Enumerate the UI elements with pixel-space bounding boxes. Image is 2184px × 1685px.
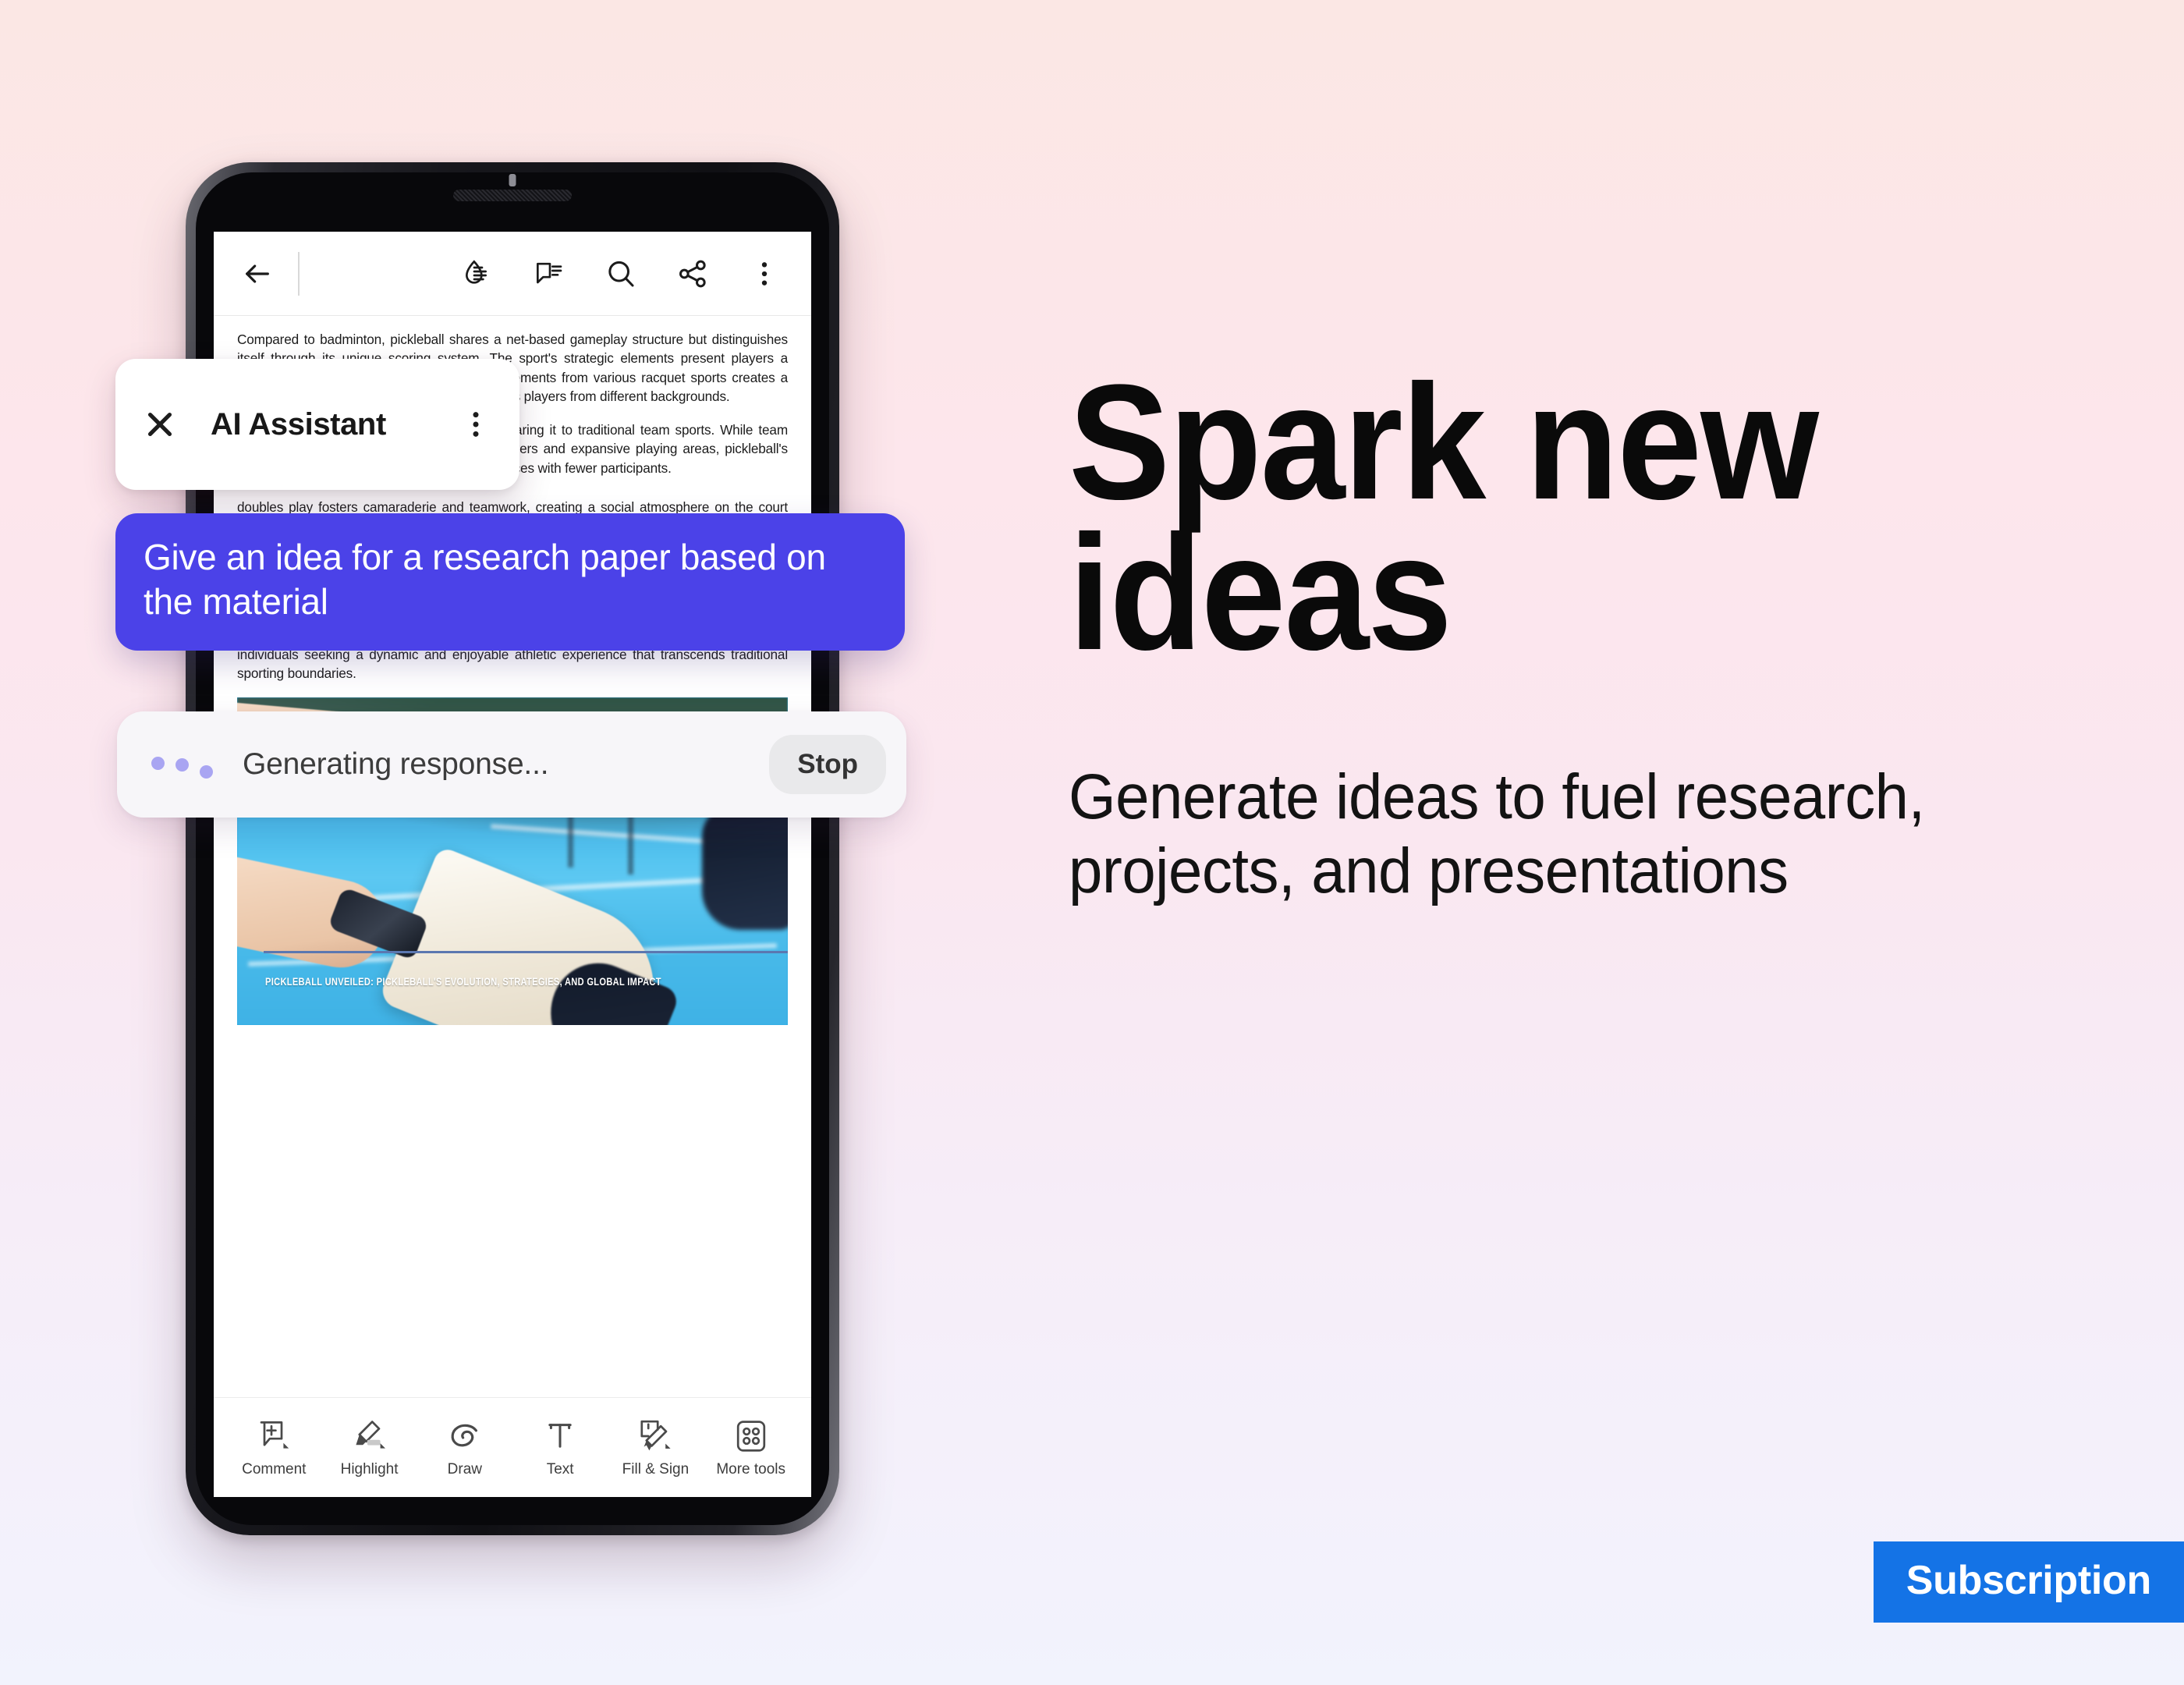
close-icon[interactable] [142,406,178,442]
caption-rule [264,950,788,953]
app-topbar [214,232,811,316]
text-icon [548,1423,572,1448]
tool-label: Fill & Sign [622,1460,690,1477]
photo-caption: PICKLEBALL UNVEILED: PICKLEBALL'S EVOLUT… [265,975,661,988]
arrow-left-icon[interactable] [237,254,278,294]
tool-comment[interactable]: Comment [228,1417,320,1478]
add-comment-icon [260,1421,289,1449]
search-icon[interactable] [601,254,641,294]
app-topbar-actions [457,254,788,294]
fill-and-sign-icon [640,1420,672,1450]
tool-draw[interactable]: Draw [419,1417,511,1478]
subhead-line-2: projects, and presentations [1069,835,1789,907]
generating-response-bar: Generating response... Stop [117,711,906,818]
tool-label: Draw [447,1460,483,1477]
share-icon[interactable] [672,254,713,294]
tool-fill-sign[interactable]: Fill & Sign [609,1417,701,1478]
kebab-menu-icon[interactable] [460,406,491,442]
loading-dots-icon [151,749,213,780]
generating-status-text: Generating response... [243,747,549,781]
user-prompt-text: Give an idea for a research paper based … [144,537,826,623]
stop-button[interactable]: Stop [769,735,886,794]
background-player [702,804,788,930]
marketing-panel: Spark new ideas Generate ideas to fuel r… [1069,350,2114,909]
phone-top-antenna-line [509,174,516,186]
toolbar-divider [298,251,300,296]
page-subtitle: Generate ideas to fuel research, project… [1069,760,2062,908]
highlighter-icon [355,1420,385,1449]
tool-label: Comment [242,1460,307,1477]
tool-more[interactable]: More tools [705,1417,797,1478]
kebab-menu-icon[interactable] [744,254,785,294]
draw-icon [451,1424,477,1446]
more-tools-icon [736,1420,765,1452]
subscription-badge: Subscription [1873,1541,2184,1623]
page-title: Spark new ideas [1069,350,2040,685]
tool-text[interactable]: Text [514,1417,606,1478]
headline-line-2: ideas [1069,501,1452,685]
earpiece-speaker [453,190,572,201]
user-prompt-bubble: Give an idea for a research paper based … [115,513,905,651]
tool-highlight[interactable]: Highlight [324,1417,416,1478]
tool-label: Highlight [340,1460,399,1477]
pdf-tools-bar: Comment Highlight Draw Text Fill & Sign … [214,1397,811,1497]
tool-label: More tools [716,1460,786,1477]
liquid-mode-icon[interactable] [457,254,498,294]
headline-line-1: Spark new [1069,350,1819,534]
tool-label: Text [546,1460,574,1477]
subhead-line-1: Generate ideas to fuel research, [1069,761,1925,833]
ai-assistant-title: AI Assistant [211,406,386,442]
ai-assistant-panel: AI Assistant [115,359,519,490]
comment-icon[interactable] [529,254,569,294]
